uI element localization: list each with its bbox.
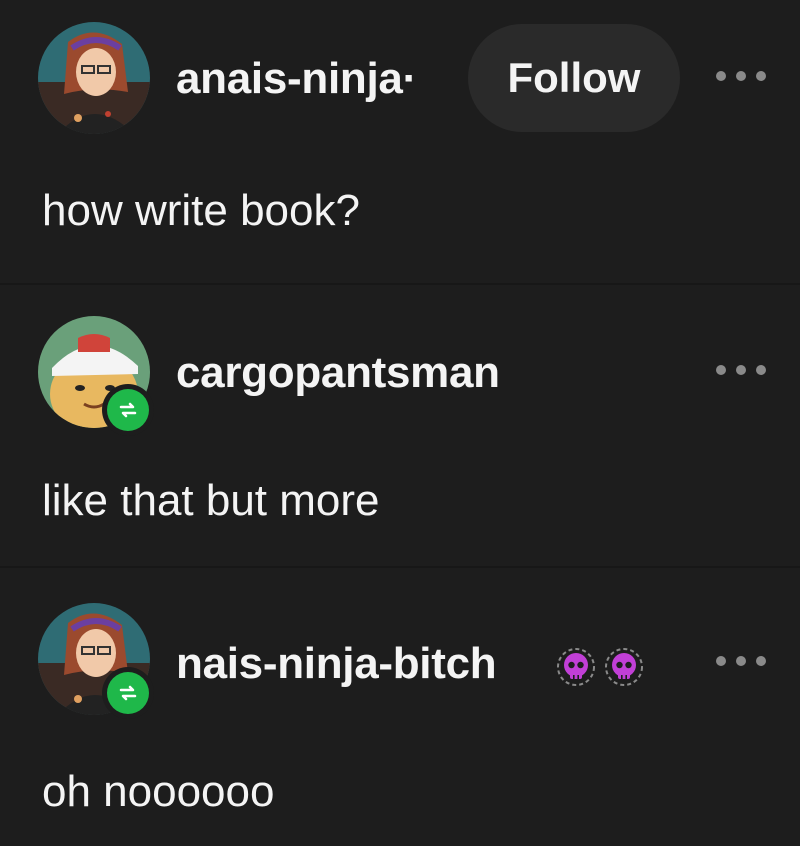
- post-username[interactable]: anais-ninja·: [176, 54, 417, 104]
- more-options-icon[interactable]: [716, 360, 766, 380]
- more-options-icon[interactable]: [716, 66, 766, 86]
- post-original: anais-ninja· Follow how write book?: [0, 0, 800, 284]
- dot: [756, 365, 766, 375]
- dot: [756, 656, 766, 666]
- post-username[interactable]: nais-ninja-bitch: [176, 639, 497, 689]
- post-body-text: how write book?: [42, 186, 360, 235]
- post-body-text: like that but more: [42, 476, 380, 525]
- more-options-icon[interactable]: [716, 651, 766, 671]
- skull-badge-icon[interactable]: [556, 647, 596, 687]
- skull-badge-icon[interactable]: [604, 647, 644, 687]
- follow-button[interactable]: Follow: [468, 24, 680, 132]
- post-body-text: oh noooooo: [42, 767, 275, 816]
- post-reblog: cargopantsman like that but more: [0, 284, 800, 567]
- dot: [736, 71, 746, 81]
- reblog-badge: [102, 667, 154, 719]
- post-username[interactable]: cargopantsman: [176, 348, 500, 398]
- dot: [736, 365, 746, 375]
- dot: [716, 71, 726, 81]
- avatar[interactable]: [38, 22, 150, 134]
- reblog-thread: anais-ninja· Follow how write book? carg…: [0, 0, 800, 846]
- post-reblog: nais-ninja-bitch oh noooooo: [0, 567, 800, 846]
- reblog-icon: [107, 672, 149, 714]
- dot: [756, 71, 766, 81]
- reblog-icon: [107, 389, 149, 431]
- reblog-badge: [102, 384, 154, 436]
- dot: [716, 656, 726, 666]
- dot: [716, 365, 726, 375]
- dot: [736, 656, 746, 666]
